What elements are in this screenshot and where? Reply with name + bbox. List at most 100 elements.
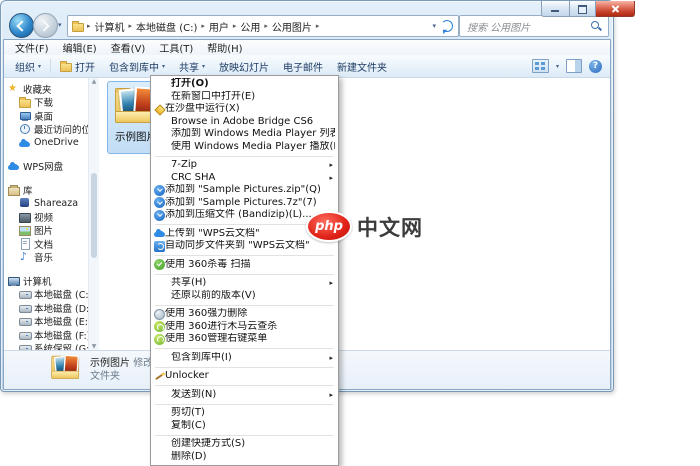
disk-icon [19,315,32,327]
sidebar-item[interactable]: 下载 [4,96,88,109]
toolbar-button[interactable]: 共享 ▾ [172,57,212,76]
sidebar-item[interactable]: 最近访问的位置 [4,123,88,136]
breadcrumb-segment[interactable]: 计算机 [92,19,128,34]
context-menu-item[interactable]: Browse in Adobe Bridge CS6 [152,116,337,129]
toolbar-button-label: 放映幻灯片 [219,62,270,74]
back-button[interactable] [9,13,34,38]
context-menu-item[interactable]: 使用 360杀毒 扫描 [152,259,337,272]
sidebar-item[interactable]: 本地磁盘 (F:) [4,328,88,342]
context-menu-item[interactable]: 在沙盘中运行(X) [152,103,337,116]
scroll-up-icon[interactable]: ▲ [92,78,97,85]
sidebar-item[interactable]: 视频 [4,210,88,224]
context-menu-item[interactable]: 使用 Windows Media Player 播放(P) [152,141,337,154]
back-arrow-icon [16,19,28,32]
maximize-button[interactable] [570,1,596,17]
view-dropdown-icon[interactable]: ▾ [556,63,559,70]
toolbar-button[interactable]: 电子邮件 [276,57,330,76]
sidebar-item[interactable]: 桌面 [4,109,88,123]
context-menu-item[interactable]: 7-Zip ▸ [152,159,337,172]
sidebar-item[interactable]: 音乐 [4,251,88,264]
forward-button[interactable] [33,13,58,38]
address-dropdown-icon[interactable]: ▾ [432,22,436,30]
toolbar-button-label: 包含到库中 [109,62,160,74]
sidebar-item[interactable]: 库 [4,183,88,197]
toolbar-button[interactable]: 打开 [53,57,102,76]
sidebar-item[interactable]: OneDrive [4,136,88,150]
search-icon[interactable] [590,20,602,32]
context-menu-item[interactable]: 添加到 "Sample Pictures.zip"(Q) [152,184,337,197]
context-menu-item[interactable]: 添加到 Windows Media Player 列表(A) [152,128,337,141]
context-menu-item[interactable]: 发送到(N) ▸ [152,389,337,402]
menubar-item[interactable]: 工具(T) [152,40,200,55]
menubar-item[interactable]: 编辑(E) [56,40,104,55]
sidebar-scrollbar[interactable]: ▲ ▼ [88,78,99,350]
context-menu-item[interactable]: 打开(O) [152,78,337,91]
context-menu-item[interactable]: 共享(H) ▸ [152,277,337,290]
context-menu-item[interactable]: Unlocker [152,369,337,383]
sidebar-item[interactable]: WPS网盘 [4,160,88,173]
minimize-button[interactable] [541,1,570,17]
php-cn-watermark: php 中文网 [306,211,423,242]
menubar-item[interactable]: 查看(V) [104,40,153,55]
history-dropdown-icon[interactable]: ▾ [58,21,62,29]
menubar-item[interactable]: 文件(F) [8,40,56,55]
context-menu-item[interactable]: 创建快捷方式(S) [152,438,337,451]
toolbar-button[interactable]: 新建文件夹 [330,57,394,76]
details-item-name: 示例图片 [90,358,130,369]
chevron-down-icon: ▾ [202,62,206,70]
close-button[interactable] [596,1,635,17]
breadcrumb-segment[interactable]: 公用图片 [269,19,315,34]
context-menu-item[interactable]: 复制(C) [152,420,337,433]
sidebar-item[interactable]: Shareaza [4,197,88,211]
breadcrumb-segment[interactable]: 用户 [206,19,232,34]
sidebar-item[interactable]: 本地磁盘 (C:) [4,288,88,301]
scrollbar-thumb[interactable] [91,173,97,258]
sidebar-item[interactable]: 本地磁盘 (D:) [4,301,88,315]
breadcrumb-arrow-icon[interactable]: ▸ [315,22,321,30]
scroll-down-icon[interactable]: ▼ [92,343,97,350]
breadcrumb-segment[interactable]: 公用 [237,19,263,34]
refresh-icon[interactable] [441,20,453,32]
context-menu-item[interactable]: 还原以前的版本(V) [152,290,337,303]
help-icon[interactable]: ? [589,59,602,73]
delete360-icon [154,308,165,320]
context-menu-item[interactable]: CRC SHA ▸ [152,172,337,185]
toolbar-button[interactable]: 组织 ▾ [8,57,48,76]
context-menu-item[interactable]: 使用 360管理右键菜单 [152,333,337,346]
address-bar[interactable]: ▸ 计算机 ▸ 本地磁盘 (C:) ▸ 用户 ▸ 公用 ▸ 公用图片 ▸ ▾ [67,15,459,37]
context-menu-item[interactable]: 删除(D) [152,451,337,464]
menu-bar: 文件(F) 编辑(E) 查看(V) 工具(T) 帮助(H) [4,40,610,55]
library-icon [8,184,20,196]
context-menu-item-label: 包含到库中(I) [171,351,232,363]
sidebar-item[interactable]: 本地磁盘 (E:) [4,315,88,328]
sidebar-item[interactable]: 收藏夹 [4,82,88,96]
sidebar-item[interactable]: 图片 [4,224,88,237]
breadcrumb-segment[interactable]: 本地磁盘 (C:) [133,19,200,34]
sidebar-item[interactable]: 文档 [4,237,88,251]
details-folder-icon [50,354,80,380]
context-menu-item-label: 自动同步文件夹到 "WPS云文档" [165,240,310,251]
context-menu-item[interactable]: 包含到库中(I) ▸ [152,352,337,365]
toolbar-button-label: 打开 [75,62,96,74]
sidebar-item-label: 本地磁盘 (D:) [34,303,88,315]
safe360-icon [154,333,165,345]
toolbar-button-label: 电子邮件 [283,62,324,74]
context-menu-item[interactable]: 使用 360进行木马云查杀 [152,321,337,334]
context-menu-item[interactable]: 使用 360强力删除 [152,308,337,321]
context-menu-item[interactable]: 添加到 "Sample Pictures.7z"(7) [152,197,337,210]
preview-pane-icon[interactable] [566,59,582,73]
sidebar-item-label: 桌面 [34,111,54,123]
menubar-item[interactable]: 帮助(H) [200,40,249,55]
context-menu-item[interactable]: 在新窗口中打开(E) [152,91,337,104]
sidebar-item[interactable]: 系统保留 (G:) [4,342,88,350]
change-view-icon[interactable] [531,59,549,73]
search-box[interactable]: 搜索 公用图片 [459,15,609,37]
context-menu-item-label: 打开(O) [171,78,209,89]
sidebar-item[interactable]: 计算机 [4,274,88,288]
submenu-arrow-icon: ▸ [329,390,333,399]
toolbar-button[interactable]: 包含到库中 ▾ [102,57,172,76]
menu-separator [155,434,334,436]
toolbar-button[interactable]: 放映幻灯片 [212,57,276,76]
context-menu-item[interactable]: 剪切(T) [152,407,337,420]
